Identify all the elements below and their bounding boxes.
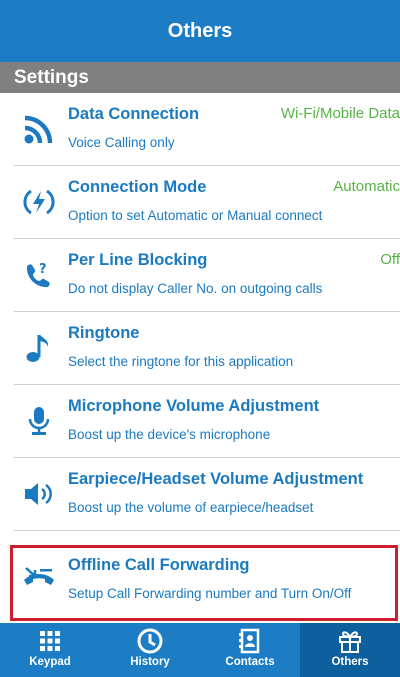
wifi-signal-icon <box>22 112 56 146</box>
clock-icon <box>137 628 163 654</box>
tab-label: History <box>130 656 170 668</box>
tab-history[interactable]: History <box>100 623 200 677</box>
setting-offline-call-forwarding[interactable]: Offline Call Forwarding Setup Call Forwa… <box>0 548 400 621</box>
music-note-icon <box>22 331 56 365</box>
setting-subtitle: Select the ringtone for this application <box>68 354 294 369</box>
setting-value: Wi-Fi/Mobile Data <box>280 105 400 122</box>
setting-subtitle: Option to set Automatic or Manual connec… <box>68 208 323 223</box>
setting-title: Per Line Blocking <box>68 251 208 269</box>
contacts-book-icon <box>239 628 260 654</box>
setting-title: Connection Mode <box>68 178 207 196</box>
bottom-tab-bar: Keypad History Contacts Others <box>0 623 400 677</box>
setting-subtitle: Setup Call Forwarding number and Turn On… <box>68 586 352 601</box>
setting-title: Offline Call Forwarding <box>68 556 250 574</box>
setting-title: Earpiece/Headset Volume Adjustment <box>68 470 364 488</box>
tab-label: Others <box>331 656 369 668</box>
gift-icon <box>339 631 361 653</box>
setting-title: Microphone Volume Adjustment <box>68 397 320 415</box>
setting-value: Automatic <box>333 178 400 195</box>
speaker-icon <box>22 477 56 511</box>
lightning-icon <box>22 185 56 219</box>
svg-text:?: ? <box>39 262 47 277</box>
tab-keypad[interactable]: Keypad <box>0 623 100 677</box>
setting-value: Off <box>380 251 400 268</box>
page-title: Others <box>0 0 400 62</box>
setting-subtitle: Do not display Caller No. on outgoing ca… <box>68 281 323 296</box>
setting-subtitle: Boost up the volume of earpiece/headset <box>68 500 314 515</box>
setting-connection-mode[interactable]: Connection Mode Option to set Automatic … <box>0 166 400 239</box>
setting-title: Ringtone <box>68 324 140 342</box>
tab-label: Keypad <box>29 656 71 668</box>
tab-others[interactable]: Others <box>300 623 400 677</box>
setting-title: Data Connection <box>68 105 200 123</box>
setting-per-line-blocking[interactable]: ? Per Line Blocking Do not display Calle… <box>0 239 400 312</box>
setting-ringtone[interactable]: Ringtone Select the ringtone for this ap… <box>0 312 400 385</box>
setting-microphone-volume[interactable]: Microphone Volume Adjustment Boost up th… <box>0 385 400 458</box>
microphone-icon <box>22 404 56 438</box>
setting-data-connection[interactable]: Data Connection Voice Calling only Wi-Fi… <box>0 93 400 166</box>
call-forward-icon <box>22 560 56 594</box>
tab-contacts[interactable]: Contacts <box>200 623 300 677</box>
settings-section-header: Settings <box>0 62 400 93</box>
phone-unknown-icon: ? <box>22 258 56 292</box>
setting-earpiece-volume[interactable]: Earpiece/Headset Volume Adjustment Boost… <box>0 458 400 531</box>
setting-subtitle: Voice Calling only <box>68 135 175 150</box>
keypad-icon <box>40 631 60 651</box>
tab-label: Contacts <box>225 656 275 668</box>
setting-subtitle: Boost up the device's microphone <box>68 427 271 442</box>
